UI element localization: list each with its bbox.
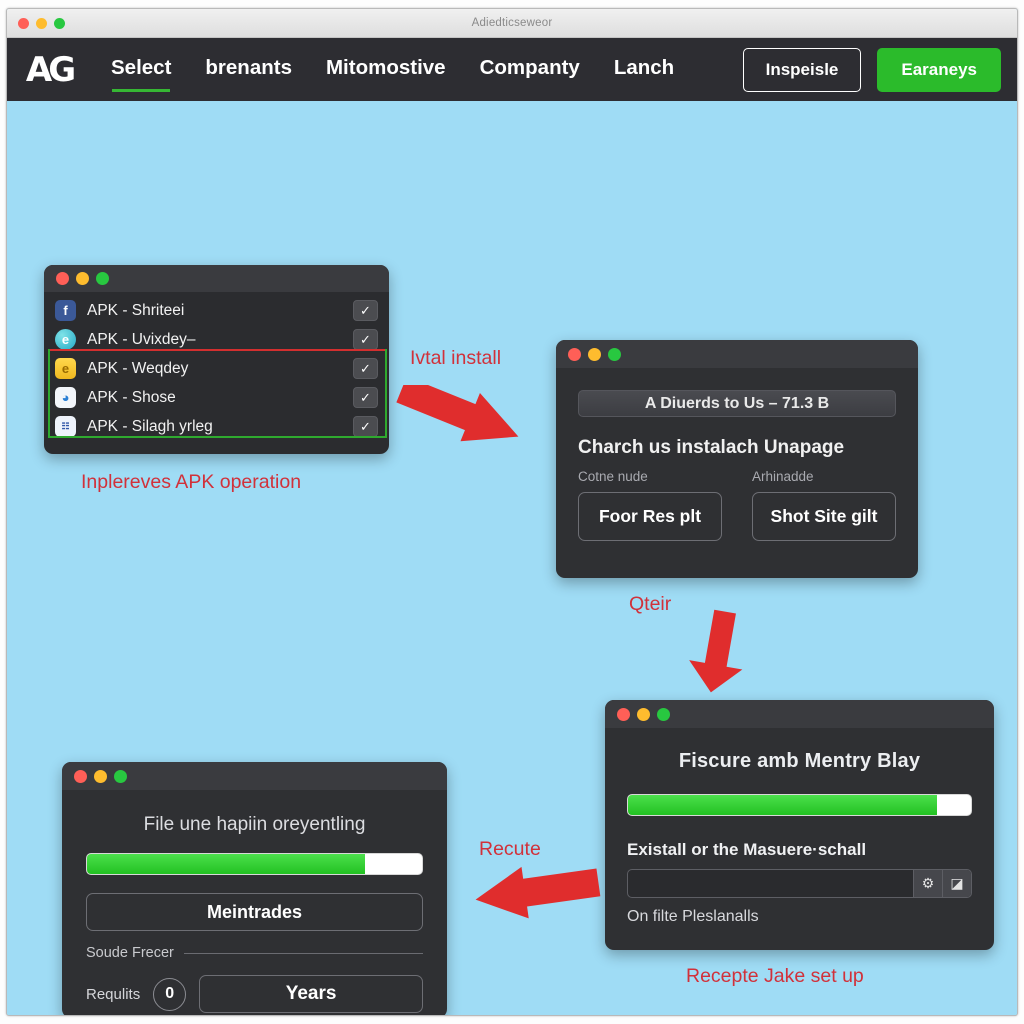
maximize-icon[interactable] <box>657 707 670 721</box>
browser-icon: ◕ <box>55 387 76 408</box>
list-item-label: APK - Silagh yrleg <box>87 417 213 435</box>
close-icon[interactable] <box>56 272 69 285</box>
arrow-right-icon <box>396 385 519 442</box>
list-item-label: APK - Shriteei <box>87 301 185 319</box>
apk-list: f APK - Shriteei ✓ e APK - Uvixdey– ✓ e … <box>44 292 389 447</box>
minimize-icon[interactable] <box>76 272 89 285</box>
progress-input-row[interactable]: ⚙ ◪ <box>627 869 972 898</box>
list-item[interactable]: ◕ APK - Shose ✓ <box>53 383 380 412</box>
nav-item-lanch[interactable]: Lanch <box>614 56 674 83</box>
secure-progress-bar <box>86 853 423 875</box>
progress-window: Fiscure amb Mentry Blay Existall or the … <box>605 700 994 950</box>
notes-icon: e <box>55 358 76 379</box>
caption-progress: Recepte Jake set up <box>686 965 864 987</box>
navbar: AG Select brenants Mitomostive Companty … <box>7 38 1017 101</box>
install-dialog-options: Cotne nude Foor Res plt Arhinadde Shot S… <box>578 469 896 541</box>
progress-window-title: Fiscure amb Mentry Blay <box>678 750 921 772</box>
list-item-label: APK - Weqdey <box>87 359 189 377</box>
secure-window-body: File une hapiin oreyentling Meintrades S… <box>62 790 447 1015</box>
progress-input[interactable] <box>628 870 913 897</box>
messenger-icon: e <box>55 329 76 350</box>
app-root: Adiedticseweor AG Select brenants Mitomo… <box>0 0 1024 1024</box>
list-item[interactable]: f APK - Shriteei ✓ <box>53 296 380 325</box>
signal-icon[interactable]: ◪ <box>942 870 971 897</box>
secure-results-row: Requlits 0 Years <box>86 975 423 1013</box>
install-option-left-label: Cotne nude <box>578 469 648 484</box>
secure-window-titlebar <box>62 762 447 790</box>
minimize-icon[interactable] <box>94 769 107 783</box>
facebook-icon: f <box>55 300 76 321</box>
arrow-down-icon <box>689 609 743 693</box>
nav-item-select[interactable]: Select <box>111 56 171 92</box>
maximize-icon[interactable] <box>608 347 621 361</box>
inspeisle-button[interactable]: Inspeisle <box>742 47 862 92</box>
caption-apk-list: Inplereves APK operation <box>81 471 302 493</box>
install-dialog-window: A Diuerds to Us – 71.3 B Charch us insta… <box>556 340 918 578</box>
brand-logo[interactable]: AG <box>17 47 81 93</box>
secure-window: File une hapiin oreyentling Meintrades S… <box>62 762 447 1015</box>
install-option-right: Arhinadde Shot Site gilt <box>752 469 896 541</box>
window-title: Adiedticseweor <box>471 17 553 29</box>
apk-list-titlebar <box>44 265 389 292</box>
checkbox-checked-icon[interactable]: ✓ <box>353 300 378 321</box>
list-item[interactable]: e APK - Weqdey ✓ <box>53 354 380 383</box>
install-dialog-titlebar <box>556 340 918 368</box>
checkbox-checked-icon[interactable]: ✓ <box>353 329 378 350</box>
apk-list-window: f APK - Shriteei ✓ e APK - Uvixdey– ✓ e … <box>44 265 389 454</box>
minimize-icon[interactable] <box>588 347 601 361</box>
maximize-icon[interactable] <box>96 272 109 285</box>
results-count-badge: 0 <box>153 977 187 1011</box>
install-dialog-headline: Charch us instalach Unapage <box>578 437 845 458</box>
progress-window-titlebar <box>605 700 994 728</box>
caption-install: Ivtal install <box>410 347 502 369</box>
checkbox-checked-icon[interactable]: ✓ <box>353 387 378 408</box>
window-titlebar: Adiedticseweor <box>7 9 1017 38</box>
shot-site-gilt-button[interactable]: Shot Site gilt <box>752 492 896 541</box>
nav-items: Select brenants Mitomostive Companty Lan… <box>111 56 674 92</box>
package-size-field[interactable]: A Diuerds to Us – 71.3 B <box>578 390 896 417</box>
arrow-left-icon <box>475 866 601 919</box>
results-label: Requlits <box>86 985 141 1003</box>
list-item[interactable]: ☷ APK - Silagh yrleg ✓ <box>53 412 380 441</box>
progress-footer-text: On filte Pleslanalls <box>627 908 759 925</box>
progress-bar-fill <box>628 795 937 815</box>
caption-qteir: Qteir <box>629 593 672 615</box>
close-icon[interactable] <box>568 347 581 361</box>
checkbox-checked-icon[interactable]: ✓ <box>353 416 378 437</box>
progress-bar <box>627 794 972 816</box>
progress-window-body: Fiscure amb Mentry Blay Existall or the … <box>605 728 994 940</box>
news-icon: ☷ <box>55 416 76 437</box>
nav-item-brenants[interactable]: brenants <box>205 56 292 83</box>
close-icon[interactable] <box>74 769 87 783</box>
minimize-icon[interactable] <box>637 707 650 721</box>
nav-item-companty[interactable]: Companty <box>480 56 580 83</box>
list-item-label: APK - Uvixdey– <box>87 330 196 348</box>
foor-res-plt-button[interactable]: Foor Res plt <box>578 492 722 541</box>
gear-icon[interactable]: ⚙ <box>913 870 942 897</box>
selection-divider-red <box>48 349 385 351</box>
list-item-label: APK - Shose <box>87 388 176 406</box>
install-dialog-body: A Diuerds to Us – 71.3 B Charch us insta… <box>556 368 918 555</box>
diagram-canvas: f APK - Shriteei ✓ e APK - Uvixdey– ✓ e … <box>7 101 1017 1015</box>
nav-item-mitomostive[interactable]: Mitomostive <box>326 56 446 83</box>
progress-section-label: Existall or the Masuere·schall <box>627 840 867 859</box>
divider-line <box>183 952 423 954</box>
browser-window: Adiedticseweor AG Select brenants Mitomo… <box>6 8 1018 1016</box>
secure-window-title: File une hapiin oreyentling <box>143 814 366 835</box>
secure-divider-label: Soude Frecer <box>86 945 174 961</box>
install-option-right-label: Arhinadde <box>752 469 814 484</box>
nav-actions: Inspeisle Earaneys <box>742 47 1001 92</box>
years-button[interactable]: Years <box>199 975 423 1013</box>
secure-progress-bar-fill <box>87 854 366 874</box>
checkbox-checked-icon[interactable]: ✓ <box>353 358 378 379</box>
meintrades-button[interactable]: Meintrades <box>86 893 423 931</box>
secure-divider: Soude Frecer <box>86 945 423 961</box>
caption-recute: Recute <box>479 838 541 860</box>
maximize-icon[interactable] <box>114 769 127 783</box>
install-option-left: Cotne nude Foor Res plt <box>578 469 722 541</box>
earaneys-button[interactable]: Earaneys <box>877 47 1001 92</box>
close-icon[interactable] <box>617 707 630 721</box>
